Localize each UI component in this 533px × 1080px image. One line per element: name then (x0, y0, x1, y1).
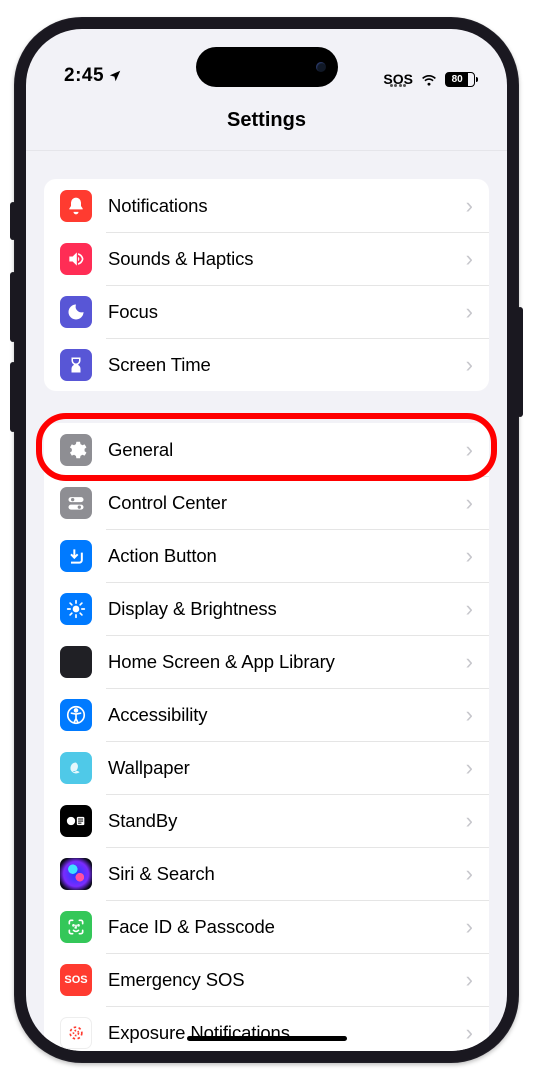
sounds-icon (60, 243, 92, 275)
notifications-icon (60, 190, 92, 222)
settings-group-1: Notifications › Sounds & Haptics › Focus… (44, 179, 489, 391)
dynamic-island (196, 47, 338, 87)
chevron-right-icon: › (466, 195, 473, 217)
chevron-right-icon: › (466, 810, 473, 832)
sos-icon: SOS (60, 964, 92, 996)
control-center-icon (60, 487, 92, 519)
row-accessibility[interactable]: Accessibility › (44, 688, 489, 741)
row-sounds-haptics[interactable]: Sounds & Haptics › (44, 232, 489, 285)
chevron-right-icon: › (466, 757, 473, 779)
page-title: Settings (227, 109, 306, 132)
row-siri-search[interactable]: Siri & Search › (44, 847, 489, 900)
status-bar-right: SOS 80 (383, 72, 475, 87)
row-label: Action Button (108, 545, 466, 567)
volume-down-button (10, 362, 16, 432)
row-wallpaper[interactable]: Wallpaper › (44, 741, 489, 794)
settings-scroll-area[interactable]: Notifications › Sounds & Haptics › Focus… (26, 151, 507, 1051)
action-button-icon (60, 540, 92, 572)
chevron-right-icon: › (466, 863, 473, 885)
chevron-right-icon: › (466, 354, 473, 376)
location-icon (108, 69, 122, 83)
chevron-right-icon: › (466, 301, 473, 323)
wifi-icon (420, 73, 438, 87)
chevron-right-icon: › (466, 598, 473, 620)
display-icon (60, 593, 92, 625)
chevron-right-icon: › (466, 248, 473, 270)
status-time: 2:45 (64, 65, 104, 87)
row-label: Focus (108, 301, 466, 323)
exposure-icon (60, 1017, 92, 1049)
face-id-icon (60, 911, 92, 943)
siri-icon (60, 858, 92, 890)
row-label: Display & Brightness (108, 598, 466, 620)
chevron-right-icon: › (466, 492, 473, 514)
nav-header: Settings (26, 91, 507, 151)
row-label: Wallpaper (108, 757, 466, 779)
wallpaper-icon (60, 752, 92, 784)
row-control-center[interactable]: Control Center › (44, 476, 489, 529)
row-notifications[interactable]: Notifications › (44, 179, 489, 232)
row-home-screen[interactable]: Home Screen & App Library › (44, 635, 489, 688)
row-screen-time[interactable]: Screen Time › (44, 338, 489, 391)
home-screen-icon (60, 646, 92, 678)
volume-up-button (10, 272, 16, 342)
battery-indicator: 80 (445, 72, 475, 87)
accessibility-icon (60, 699, 92, 731)
row-emergency-sos[interactable]: SOS Emergency SOS › (44, 953, 489, 1006)
row-label: StandBy (108, 810, 466, 832)
focus-icon (60, 296, 92, 328)
battery-level: 80 (452, 74, 463, 85)
standby-icon (60, 805, 92, 837)
sos-indicator: SOS (383, 72, 413, 87)
power-button (517, 307, 523, 417)
row-display-brightness[interactable]: Display & Brightness › (44, 582, 489, 635)
chevron-right-icon: › (466, 545, 473, 567)
row-label: General (108, 439, 466, 461)
status-bar-left: 2:45 (64, 65, 122, 87)
chevron-right-icon: › (466, 439, 473, 461)
chevron-right-icon: › (466, 704, 473, 726)
row-label: Home Screen & App Library (108, 651, 466, 673)
home-indicator[interactable] (187, 1036, 347, 1042)
row-standby[interactable]: StandBy › (44, 794, 489, 847)
chevron-right-icon: › (466, 651, 473, 673)
screen: 2:45 SOS 80 Settings (26, 29, 507, 1051)
settings-group-2: General › Control Center › Action Button… (44, 423, 489, 1051)
row-label: Sounds & Haptics (108, 248, 466, 270)
row-general[interactable]: General › (44, 423, 489, 476)
screen-time-icon (60, 349, 92, 381)
iphone-frame: 2:45 SOS 80 Settings (14, 17, 519, 1063)
row-label: Control Center (108, 492, 466, 514)
row-label: Emergency SOS (108, 969, 466, 991)
chevron-right-icon: › (466, 1022, 473, 1044)
row-action-button[interactable]: Action Button › (44, 529, 489, 582)
chevron-right-icon: › (466, 916, 473, 938)
mute-switch (10, 202, 16, 240)
chevron-right-icon: › (466, 969, 473, 991)
general-icon (60, 434, 92, 466)
row-label: Siri & Search (108, 863, 466, 885)
row-face-id[interactable]: Face ID & Passcode › (44, 900, 489, 953)
row-label: Accessibility (108, 704, 466, 726)
row-label: Face ID & Passcode (108, 916, 466, 938)
front-camera (316, 62, 326, 72)
row-label: Notifications (108, 195, 466, 217)
row-exposure[interactable]: Exposure Notifications › (44, 1006, 489, 1051)
row-label: Screen Time (108, 354, 466, 376)
row-focus[interactable]: Focus › (44, 285, 489, 338)
